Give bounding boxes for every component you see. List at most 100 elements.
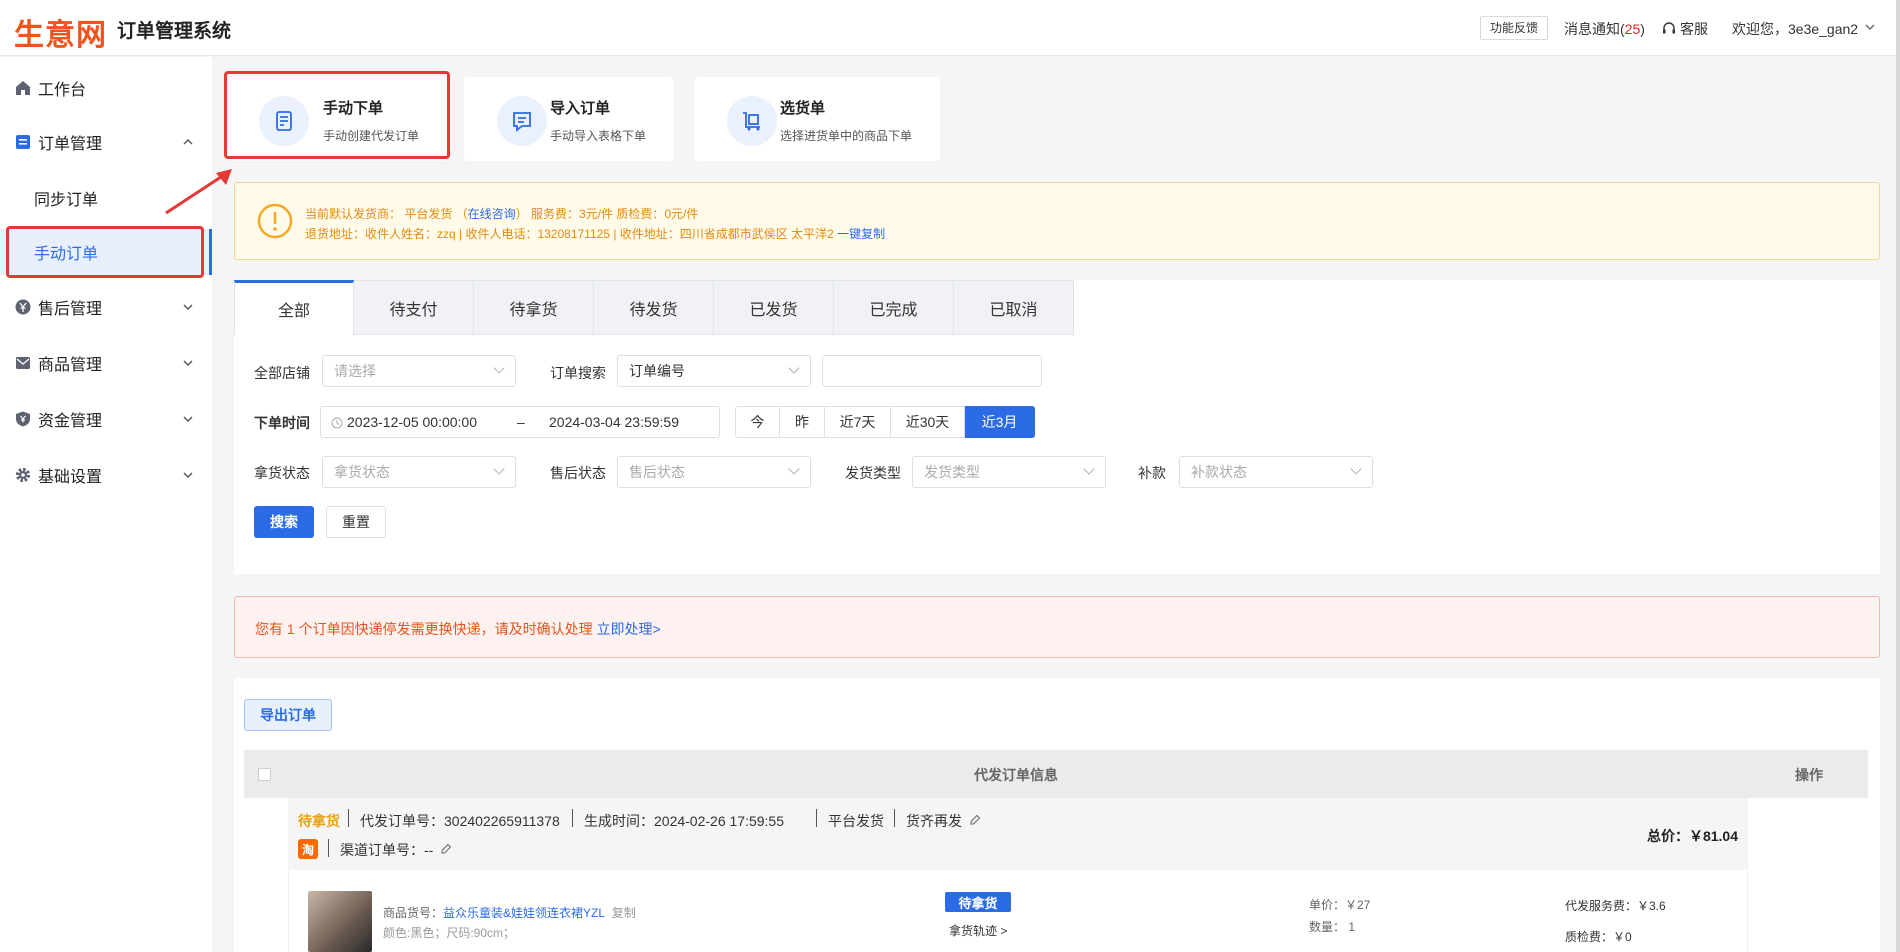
select-all-checkbox[interactable] bbox=[258, 768, 271, 781]
online-consult-link[interactable]: 在线咨询 bbox=[468, 207, 516, 221]
export-orders-button[interactable]: 导出订单 bbox=[244, 699, 332, 731]
quantity: 数量： 1 bbox=[1309, 920, 1356, 934]
restock-label: 货齐再发 bbox=[906, 813, 962, 829]
chevron-down-icon bbox=[788, 463, 800, 475]
range-7days-button[interactable]: 近7天 bbox=[825, 406, 891, 438]
aftersale-status-label: 售后状态 bbox=[550, 465, 606, 481]
column-operations: 操作 bbox=[1795, 767, 1823, 783]
store-placeholder: 请选择 bbox=[334, 363, 376, 379]
status-tabs: 全部 待支付 待拿货 待发货 已发货 已完成 已取消 bbox=[234, 280, 1074, 335]
refund-status-select[interactable]: 补款状态 bbox=[1179, 456, 1373, 488]
import-sheet-icon bbox=[497, 96, 547, 146]
order-total: 总价：￥81.04 bbox=[1646, 828, 1738, 844]
chevron-down-icon[interactable] bbox=[1864, 22, 1876, 32]
table-header: 代发订单信息 操作 bbox=[244, 750, 1868, 798]
chevron-down-icon bbox=[788, 362, 800, 374]
feedback-button[interactable]: 功能反馈 bbox=[1480, 16, 1549, 40]
notification-link[interactable]: 消息通知(25) bbox=[1564, 19, 1645, 39]
import-order-card[interactable]: 导入订单 手动导入表格下单 bbox=[464, 77, 674, 161]
copy-address-link[interactable]: 一键复制 bbox=[837, 227, 885, 241]
item-status-badge: 待拿货 bbox=[945, 892, 1011, 912]
chevron-down-icon bbox=[183, 304, 193, 310]
channel-order-number: 渠道订单号：-- bbox=[340, 842, 434, 858]
range-30days-button[interactable]: 近30天 bbox=[891, 406, 965, 438]
date-start: 2023-12-05 00:00:00 bbox=[347, 414, 477, 430]
sidebar-item-label: 工作台 bbox=[38, 82, 87, 99]
pickup-status-select[interactable]: 拿货状态 bbox=[322, 456, 516, 488]
order-search-label: 订单搜索 bbox=[550, 365, 606, 381]
logo[interactable]: 生意网 bbox=[14, 10, 107, 54]
order-line-item: 商品货号：益众乐童装&娃娃领连衣裙YZL 复制 颜色:黑色；尺码:90cm； 待… bbox=[288, 870, 1748, 952]
sidebar-item-workbench[interactable]: 工作台 bbox=[0, 64, 212, 112]
chevron-down-icon bbox=[1350, 463, 1362, 475]
sidebar-item-funds[interactable]: 资金管理 bbox=[0, 395, 212, 443]
shipping-info-banner: 当前默认发货商： 平台发货 （在线咨询） 服务费：3元/件 质检费：0元/件 退… bbox=[234, 182, 1880, 260]
taobao-icon: 淘 bbox=[298, 839, 318, 859]
tab-completed[interactable]: 已完成 bbox=[834, 280, 954, 335]
sidebar-item-aftersale[interactable]: 售后管理 bbox=[0, 283, 212, 331]
tab-pending-pickup[interactable]: 待拿货 bbox=[474, 280, 594, 335]
sidebar-item-orders[interactable]: 订单管理 bbox=[0, 118, 212, 166]
search-button[interactable]: 搜索 bbox=[254, 506, 314, 538]
orders-section: 导出订单 代发订单信息 操作 待拿货 代发订单号：302402265911378… bbox=[234, 678, 1880, 952]
copy-code-link[interactable]: 复制 bbox=[612, 906, 636, 920]
sidebar-item-label: 基础设置 bbox=[38, 469, 103, 486]
ship-type-placeholder: 发货类型 bbox=[924, 464, 980, 480]
restock-ship-option[interactable]: 货齐再发 bbox=[906, 811, 981, 831]
order-created-time: 生成时间：2024-02-26 17:59:55 bbox=[584, 813, 784, 829]
channel-order-field: 渠道订单号：-- bbox=[340, 840, 452, 860]
page-scrollbar[interactable] bbox=[1896, 0, 1900, 952]
product-code-row: 商品货号：益众乐童装&娃娃领连衣裙YZL 复制 bbox=[383, 904, 636, 921]
tab-shipped[interactable]: 已发货 bbox=[714, 280, 834, 335]
pickup-track-link[interactable]: 拿货轨迹 > bbox=[949, 922, 1007, 939]
sidebar-item-label: 售后管理 bbox=[38, 301, 103, 318]
card-title: 选货单 bbox=[780, 100, 826, 117]
edit-icon[interactable] bbox=[440, 843, 452, 855]
notification-count: 25 bbox=[1624, 21, 1641, 37]
shipping-info-line: 当前默认发货商： 平台发货 （在线咨询） 服务费：3元/件 质检费：0元/件 bbox=[305, 205, 698, 222]
order-header: 待拿货 代发订单号：302402265911378 生成时间：2024-02-2… bbox=[288, 798, 1748, 870]
sidebar-item-label: 订单管理 bbox=[38, 136, 103, 153]
sidebar-item-settings[interactable]: 基础设置 bbox=[0, 451, 212, 499]
fee-info: ） 服务费：3元/件 质检费：0元/件 bbox=[515, 207, 699, 221]
reset-button[interactable]: 重置 bbox=[326, 506, 386, 538]
product-spec: 颜色:黑色；尺码:90cm； bbox=[383, 926, 516, 940]
process-now-link[interactable]: 立即处理> bbox=[596, 621, 660, 637]
refund-label: 补款 bbox=[1138, 465, 1166, 481]
range-yesterday-button[interactable]: 昨 bbox=[780, 406, 825, 438]
tab-cancelled[interactable]: 已取消 bbox=[954, 280, 1074, 335]
tab-all[interactable]: 全部 bbox=[234, 280, 354, 335]
clock-icon bbox=[331, 417, 343, 429]
aftersale-status-select[interactable]: 售后状态 bbox=[617, 456, 811, 488]
edit-icon[interactable] bbox=[969, 814, 981, 826]
product-code-link[interactable]: 益众乐童装&娃娃领连衣裙YZL bbox=[443, 906, 605, 920]
customer-service-link[interactable]: 客服 bbox=[1662, 19, 1708, 39]
search-type-select[interactable]: 订单编号 bbox=[617, 355, 811, 387]
search-input[interactable] bbox=[822, 355, 1042, 387]
customer-service-label: 客服 bbox=[1680, 21, 1708, 37]
shield-icon bbox=[16, 411, 30, 427]
store-select[interactable]: 请选择 bbox=[322, 355, 516, 387]
column-order-info: 代发订单信息 bbox=[974, 767, 1058, 783]
sidebar-item-label: 同步订单 bbox=[34, 192, 99, 209]
pick-list-card[interactable]: 选货单 选择进货单中的商品下单 bbox=[694, 77, 940, 161]
tab-pending-payment[interactable]: 待支付 bbox=[354, 280, 474, 335]
pickup-status-placeholder: 拿货状态 bbox=[334, 464, 390, 480]
range-3months-button[interactable]: 近3月 bbox=[965, 406, 1035, 438]
date-range-picker[interactable]: 2023-12-05 00:00:00 – 2024-03-04 23:59:5… bbox=[320, 406, 720, 438]
home-icon bbox=[16, 81, 30, 95]
tab-pending-shipment[interactable]: 待发货 bbox=[594, 280, 714, 335]
notification-label: 消息通知( bbox=[1564, 21, 1625, 37]
ship-type-label: 发货类型 bbox=[845, 465, 901, 481]
divider bbox=[572, 809, 573, 827]
range-today-button[interactable]: 今 bbox=[735, 406, 780, 438]
notification-paren: ) bbox=[1640, 21, 1645, 37]
courier-alert: 您有 1 个订单因快递停发需更换快递，请及时确认处理 立即处理> bbox=[234, 596, 1880, 658]
user-welcome[interactable]: 欢迎您，3e3e_gan2 bbox=[1732, 19, 1858, 39]
product-thumbnail[interactable] bbox=[308, 891, 372, 952]
sidebar-item-goods[interactable]: 商品管理 bbox=[0, 339, 212, 387]
shipping-info-prefix: 当前默认发货商： 平台发货 （ bbox=[305, 207, 468, 221]
top-header: 生意网 订单管理系统 功能反馈 消息通知(25) 客服 欢迎您，3e3e_gan… bbox=[0, 0, 1900, 56]
document-icon bbox=[16, 135, 30, 149]
ship-type-select[interactable]: 发货类型 bbox=[912, 456, 1106, 488]
